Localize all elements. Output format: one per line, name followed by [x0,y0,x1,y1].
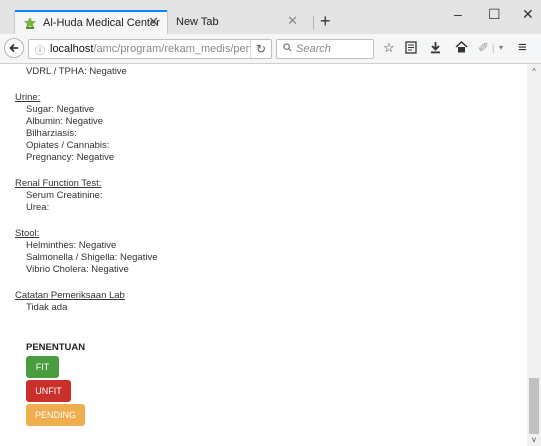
list-item: Opiates / Cannabis: [26,140,110,151]
overflow-chevron-icon[interactable]: ▾ [499,41,503,55]
maximize-button[interactable]: ☐ [488,7,501,21]
tab-al-huda[interactable]: Al-Huda Medical Center ✕ [14,10,168,34]
search-input[interactable]: Search [276,39,374,59]
page-content: VDRL / TPHA: Negative Urine: Sugar: Nega… [0,64,527,446]
list-item: Albumin: Negative [26,116,104,127]
fit-button[interactable]: FIT [26,356,59,378]
lab-notes-heading: Catatan Pemeriksaan Lab [15,290,125,301]
bookmark-star-icon[interactable]: ☆ [383,41,395,55]
menu-icon[interactable]: ≡ [518,40,527,55]
list-item: Salmonella / Shigella: Negative [26,252,158,263]
tab-title: Al-Huda Medical Center [43,16,160,29]
vdrl-result: VDRL / TPHA: Negative [26,66,127,77]
back-button[interactable] [4,38,24,58]
vertical-scrollbar[interactable]: ^ v [527,64,541,446]
scroll-down-arrow-icon[interactable]: v [527,435,541,444]
list-item: Bilharziasis: [26,128,77,139]
decision-title: PENENTUAN [26,342,86,353]
list-item: Helminthes: Negative [26,240,117,251]
new-tab-button[interactable]: + [320,12,331,30]
navigation-bar: ⓘ localhost/amc/program/rekam_medis/pen … [0,34,541,64]
list-item: Vibrio Cholera: Negative [26,264,129,275]
url-host: localhost [50,43,94,55]
list-item: Serum Creatinine: [26,190,103,201]
reading-list-icon[interactable] [405,41,417,57]
pocket-icon[interactable]: ✐ [478,41,489,55]
url-bar[interactable]: ⓘ localhost/amc/program/rekam_medis/pen … [28,39,272,59]
back-arrow-icon [9,43,18,53]
toolbar-separator: | [492,43,495,53]
tab-new-tab[interactable]: New Tab ✕ [168,10,314,34]
tab-title: New Tab [176,16,219,28]
title-bar: Al-Huda Medical Center ✕ New Tab ✕ + – ☐… [0,0,541,34]
close-tab-icon[interactable]: ✕ [287,14,298,28]
search-placeholder: Search [296,43,331,55]
list-item: Sugar: Negative [26,104,95,115]
info-icon[interactable]: ⓘ [35,42,45,57]
url-path: /amc/program/rekam_medis/pen [93,43,252,55]
unfit-button[interactable]: UNFIT [26,380,71,402]
clinic-logo-icon [24,16,36,29]
list-item: Urea: [26,202,50,213]
home-icon[interactable] [455,40,468,56]
list-item: Tidak ada [26,302,68,313]
stool-heading: Stool: [15,228,40,239]
reload-icon[interactable]: ↻ [250,40,271,58]
downloads-icon[interactable] [430,41,441,57]
urine-heading: Urine: [15,92,41,103]
minimize-button[interactable]: – [454,7,462,21]
scroll-up-arrow-icon[interactable]: ^ [527,67,541,76]
list-item: Pregnancy: Negative [26,152,115,163]
close-tab-icon[interactable]: ✕ [148,15,159,29]
pending-button[interactable]: PENDING [26,404,85,426]
search-icon [283,43,292,55]
close-window-button[interactable]: ✕ [522,7,534,21]
renal-function-heading: Renal Function Test: [15,178,102,189]
scrollbar-thumb[interactable] [529,378,539,434]
